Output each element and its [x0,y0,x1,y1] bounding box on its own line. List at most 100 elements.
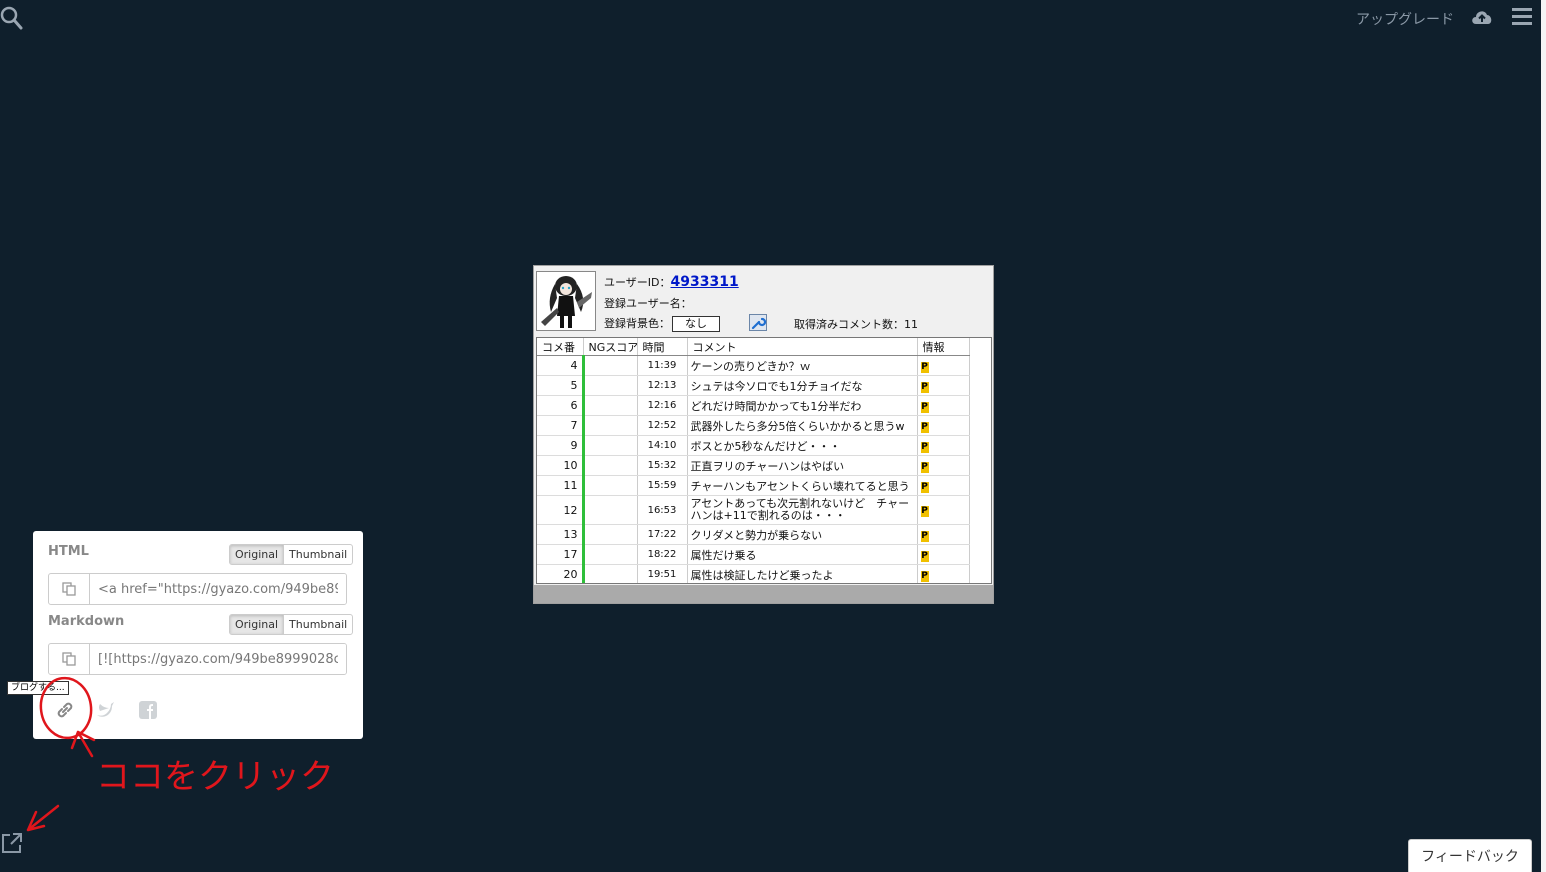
premium-icon: P [920,361,929,373]
ng-score [581,455,638,476]
annotation-text: ココをクリック [92,752,334,804]
ng-score [581,544,638,565]
table-row: 10 15:32 正直ヲリのチャーハンはやばい P [537,455,970,476]
comment-text: シュテは今ソロでも1分チョイだな [687,375,918,396]
comment-time: 18:22 [637,544,688,565]
table-header-row: コメ番 NGスコア 時間 コメント 情報 [537,338,970,356]
table-row: 11 15:59 チャーハンもアセントくらい壊れてると思う P [537,475,970,496]
comment-time: 15:59 [637,475,688,496]
ng-score [581,564,638,583]
ng-score [581,435,638,456]
comment-number: 10 [537,455,584,476]
html-size-toggle: Original Thumbnail [229,544,354,565]
comment-time: 12:13 [637,375,688,396]
annotation-label: ココをクリック [96,757,332,797]
markdown-label: Markdown [48,614,125,629]
premium-icon: P [920,481,929,493]
premium-icon: P [920,530,929,542]
status-bar [534,585,993,603]
html-embed-field [48,573,347,605]
table-row: 17 18:22 属性だけ乗る P [537,544,970,565]
user-id-link: 4933311 [670,274,739,290]
html-embed-input[interactable] [90,574,346,604]
comment-number: 9 [537,435,584,456]
comment-text: どれだけ時間かかっても1分半だわ [687,395,918,416]
comment-time: 12:52 [637,415,688,436]
markdown-thumbnail-button[interactable]: Thumbnail [284,615,352,634]
captured-image: ユーザーID：4933311 登録ユーザー名： 登録背景色： なし 取得済みコメン… [533,265,994,604]
ng-score [581,495,638,525]
comment-text: 属性だけ乗る [687,544,918,565]
comment-time: 14:10 [637,435,688,456]
external-link-icon[interactable] [0,831,24,855]
comment-number: 7 [537,415,584,436]
comment-text: ボスとか5秒なんだけど・・・ [687,435,918,456]
markdown-original-button[interactable]: Original [230,615,285,634]
ng-score [581,355,638,376]
ng-score [581,475,638,496]
html-label: HTML [48,544,89,559]
premium-icon: P [920,381,929,393]
table-row: 6 12:16 どれだけ時間かかっても1分半だわ P [537,395,970,416]
ng-score [581,415,638,436]
table-row: 13 17:22 クリダメと勢力が乗らない P [537,524,970,545]
ng-score [581,375,638,396]
comment-number: 5 [537,375,584,396]
comment-text: ケーンの売りどきか？ｗ [687,355,918,376]
bg-color-label: 登録背景色： [604,317,670,330]
column-header: コメ番 [537,338,584,356]
premium-icon: P [920,421,929,433]
comment-number: 17 [537,544,584,565]
comment-text: チャーハンもアセントくらい壊れてると思う [687,475,918,496]
comment-time: 19:51 [637,564,688,583]
bg-color-value: なし [672,316,720,332]
table-row: 7 12:52 武器外したら多分5倍くらいかかると思うw P [537,415,970,436]
html-thumbnail-button[interactable]: Thumbnail [284,545,352,564]
comment-number: 20 [537,564,584,583]
ng-score [581,524,638,545]
search-icon[interactable] [0,4,24,32]
feedback-button[interactable]: フィードバック [1408,839,1532,872]
fetched-comment-count: 取得済みコメント数：11 [794,318,918,331]
column-header: NGスコア [583,338,638,356]
table-row: 20 19:51 属性は検証したけど乗ったよ P [537,564,970,583]
user-id-label: ユーザーID： [604,276,671,289]
hamburger-menu-icon[interactable] [1512,6,1532,28]
comment-time: 16:53 [637,495,688,525]
comment-time: 12:16 [637,395,688,416]
html-original-button[interactable]: Original [230,545,285,564]
cloud-upload-icon[interactable] [1470,7,1494,27]
upgrade-link[interactable]: アップグレード [1356,9,1454,29]
table-row: 4 11:39 ケーンの売りどきか？ｗ P [537,355,970,376]
comment-text: 属性は検証したけど乗ったよ [687,564,918,583]
copy-icon[interactable] [49,574,90,604]
annotation-drawing [26,676,96,832]
page-scroll-edge [1541,0,1546,872]
premium-icon: P [920,570,929,582]
premium-icon: P [920,441,929,453]
table-row: 9 14:10 ボスとか5秒なんだけど・・・ P [537,435,970,456]
comment-table: コメ番 NGスコア 時間 コメント 情報 4 11:39 ケーンの売りどきか？ｗ P … [536,337,992,584]
premium-icon: P [920,401,929,413]
column-header: 情報 [917,338,970,356]
comment-number: 12 [537,495,584,525]
comment-text: クリダメと勢力が乗らない [687,524,918,545]
comment-number: 4 [537,355,584,376]
wrench-icon [749,314,767,331]
markdown-size-toggle: Original Thumbnail [229,614,354,635]
comment-text: 武器外したら多分5倍くらいかかると思うw [687,415,918,436]
column-header: コメント [687,338,918,356]
comment-text: アセントあっても次元割れないけど チャーハンは+11で割れるのは・・・ [687,495,918,525]
comment-number: 11 [537,475,584,496]
registered-name-label: 登録ユーザー名： [604,297,692,310]
table-row: 5 12:13 シュテは今ソロでも1分チョイだな P [537,375,970,396]
comment-time: 11:39 [637,355,688,376]
table-row: 12 16:53 アセントあっても次元割れないけど チャーハンは+11で割れるのは・… [537,495,970,525]
ng-score [581,395,638,416]
comment-number: 13 [537,524,584,545]
premium-icon: P [920,461,929,473]
comment-text: 正直ヲリのチャーハンはやばい [687,455,918,476]
comment-number: 6 [537,395,584,416]
premium-icon: P [920,506,929,517]
comment-time: 15:32 [637,455,688,476]
